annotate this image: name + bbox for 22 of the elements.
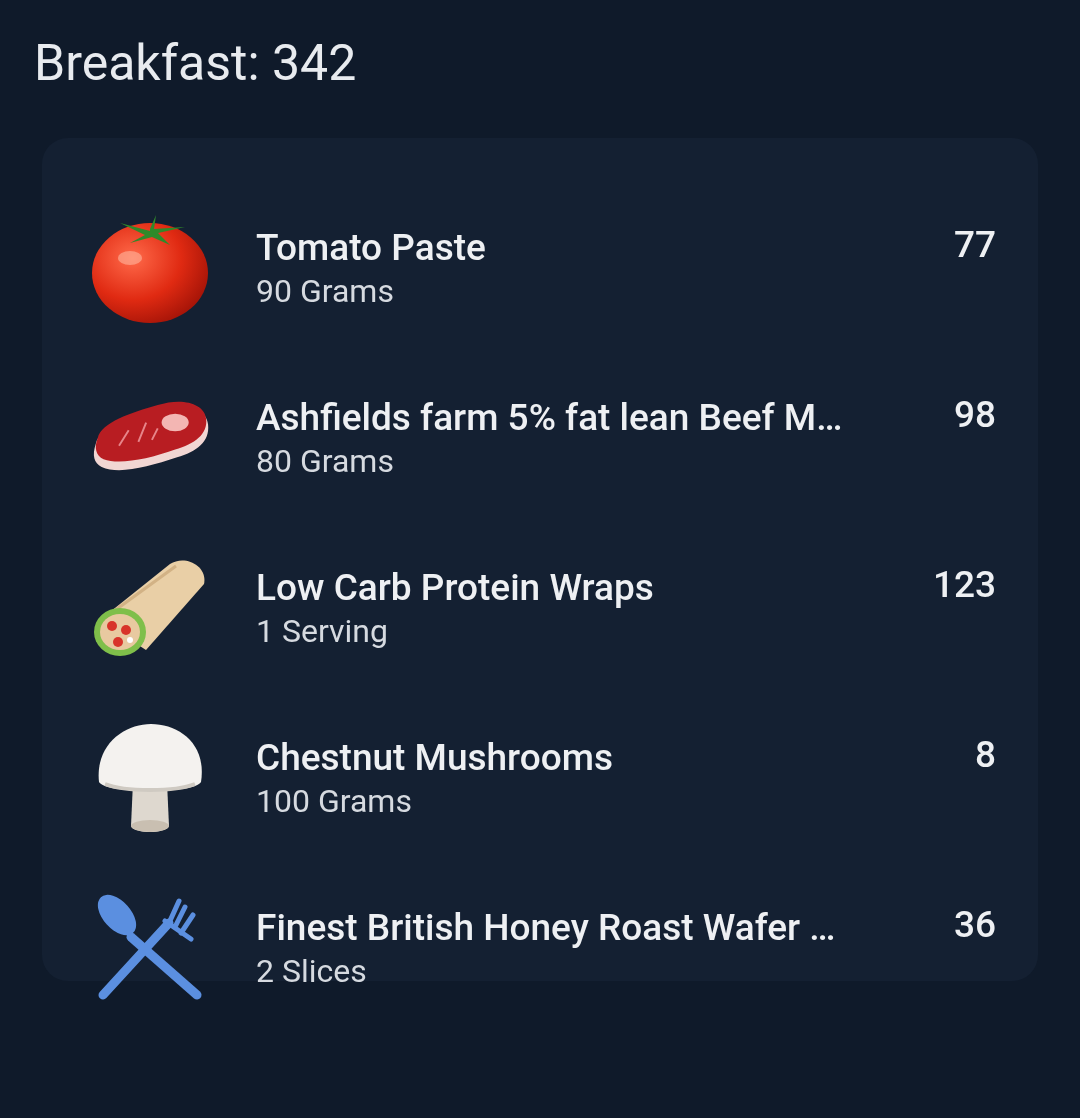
calorie-count: 123 — [932, 563, 996, 606]
food-amount: 100 Grams — [256, 781, 413, 821]
food-name: Tomato Paste — [256, 225, 487, 271]
calorie-count: 8 — [974, 733, 996, 776]
food-name: Low Carb Protein Wraps — [256, 565, 655, 611]
calorie-count: 77 — [953, 223, 996, 266]
food-amount: 2 Slices — [256, 951, 368, 991]
food-row[interactable]: Tomato Paste 90 Grams 77 — [90, 183, 996, 353]
food-name: Chestnut Mushrooms — [256, 735, 614, 781]
calorie-count: 36 — [953, 903, 996, 946]
food-name: Ashfields farm 5% fat lean Beef M… — [256, 395, 844, 441]
food-name: Finest British Honey Roast Wafer … — [256, 905, 837, 951]
food-row[interactable]: Low Carb Protein Wraps 1 Serving 123 — [90, 523, 996, 693]
food-amount: 90 Grams — [256, 271, 395, 311]
calorie-count: 98 — [953, 393, 996, 436]
food-row[interactable]: Finest British Honey Roast Wafer … 2 Slices 36 — [90, 863, 996, 1033]
tomato-icon — [90, 213, 210, 323]
meal-title: Breakfast: 342 — [34, 33, 358, 94]
food-amount: 80 Grams — [256, 441, 395, 481]
food-row[interactable]: Ashfields farm 5% fat lean Beef M… 80 Grams 98 — [90, 353, 996, 523]
food-amount: 1 Serving — [256, 611, 389, 651]
food-row[interactable]: Chestnut Mushrooms 100 Grams 8 — [90, 693, 996, 863]
